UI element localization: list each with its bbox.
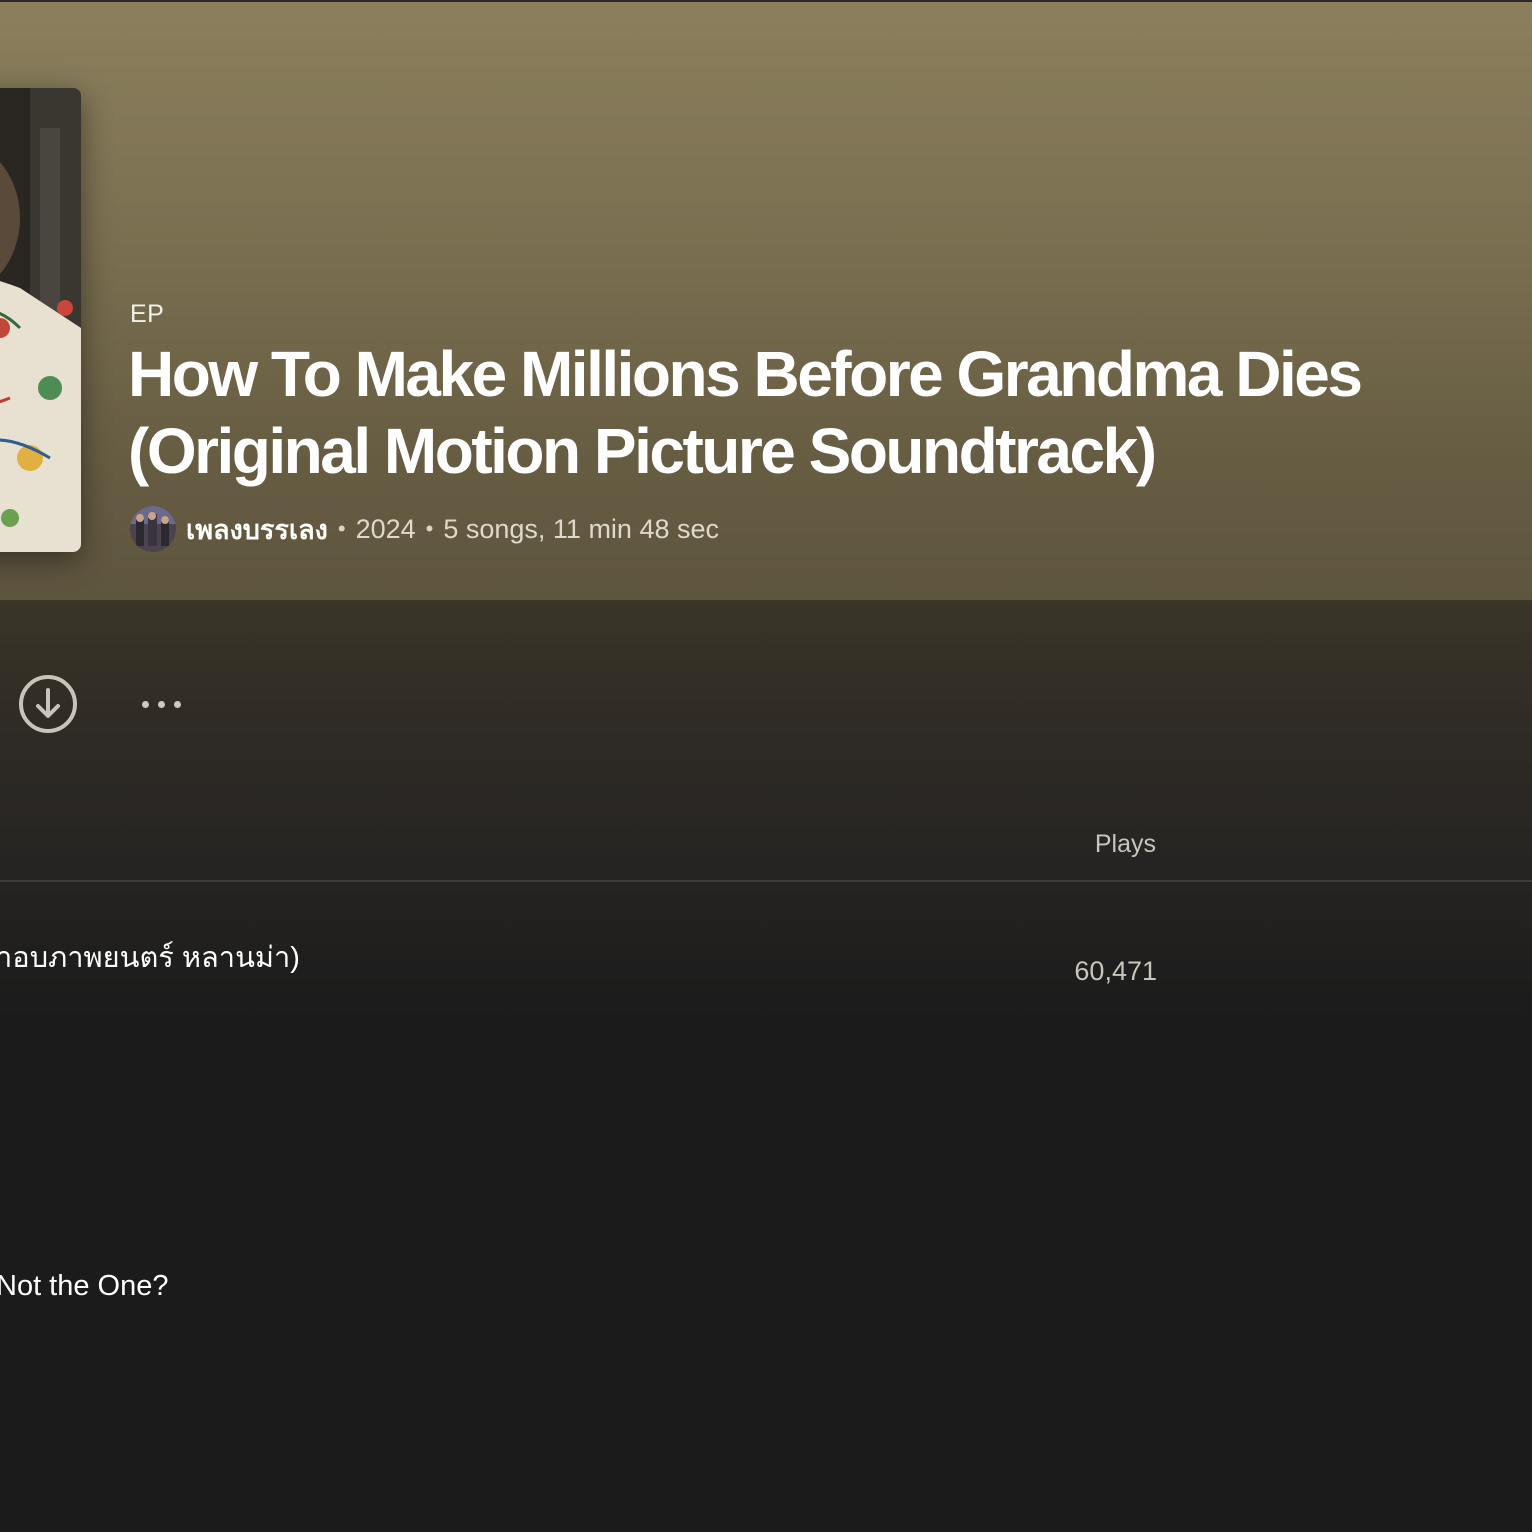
album-page: EP How To Make Millions Before Grandma D…	[0, 0, 1532, 1532]
artist-name-link[interactable]: เพลงบรรเลง	[186, 508, 328, 551]
release-year: 2024	[355, 513, 416, 544]
more-options-icon	[157, 700, 165, 708]
download-circle-icon	[19, 675, 77, 733]
download-button[interactable]	[17, 673, 79, 735]
track-title[interactable]: Not the One?	[0, 1270, 169, 1303]
track-title[interactable]: าอบภาพยนตร์ หลานม่า)	[0, 934, 300, 980]
more-options-button[interactable]	[130, 686, 192, 722]
album-cover[interactable]	[0, 88, 81, 552]
table-header-divider	[0, 880, 1532, 882]
album-type-label: EP	[130, 300, 165, 328]
more-options-icon	[141, 700, 149, 708]
album-cover-art	[0, 88, 81, 552]
more-options-icon	[173, 700, 181, 708]
album-title: How To Make Millions Before Grandma Dies…	[128, 338, 1363, 487]
column-header-plays[interactable]: Plays	[1040, 830, 1156, 859]
artist-avatar-image	[130, 506, 176, 552]
track-plays: 60,471	[1074, 956, 1157, 986]
album-meta: เพลงบรรเลง • 2024 • 5 songs, 11 min 48 s…	[130, 504, 719, 554]
artist-avatar[interactable]	[130, 506, 176, 552]
album-summary: 5 songs, 11 min 48 sec	[443, 513, 719, 544]
meta-separator: •	[337, 516, 346, 541]
meta-separator: •	[425, 516, 434, 541]
